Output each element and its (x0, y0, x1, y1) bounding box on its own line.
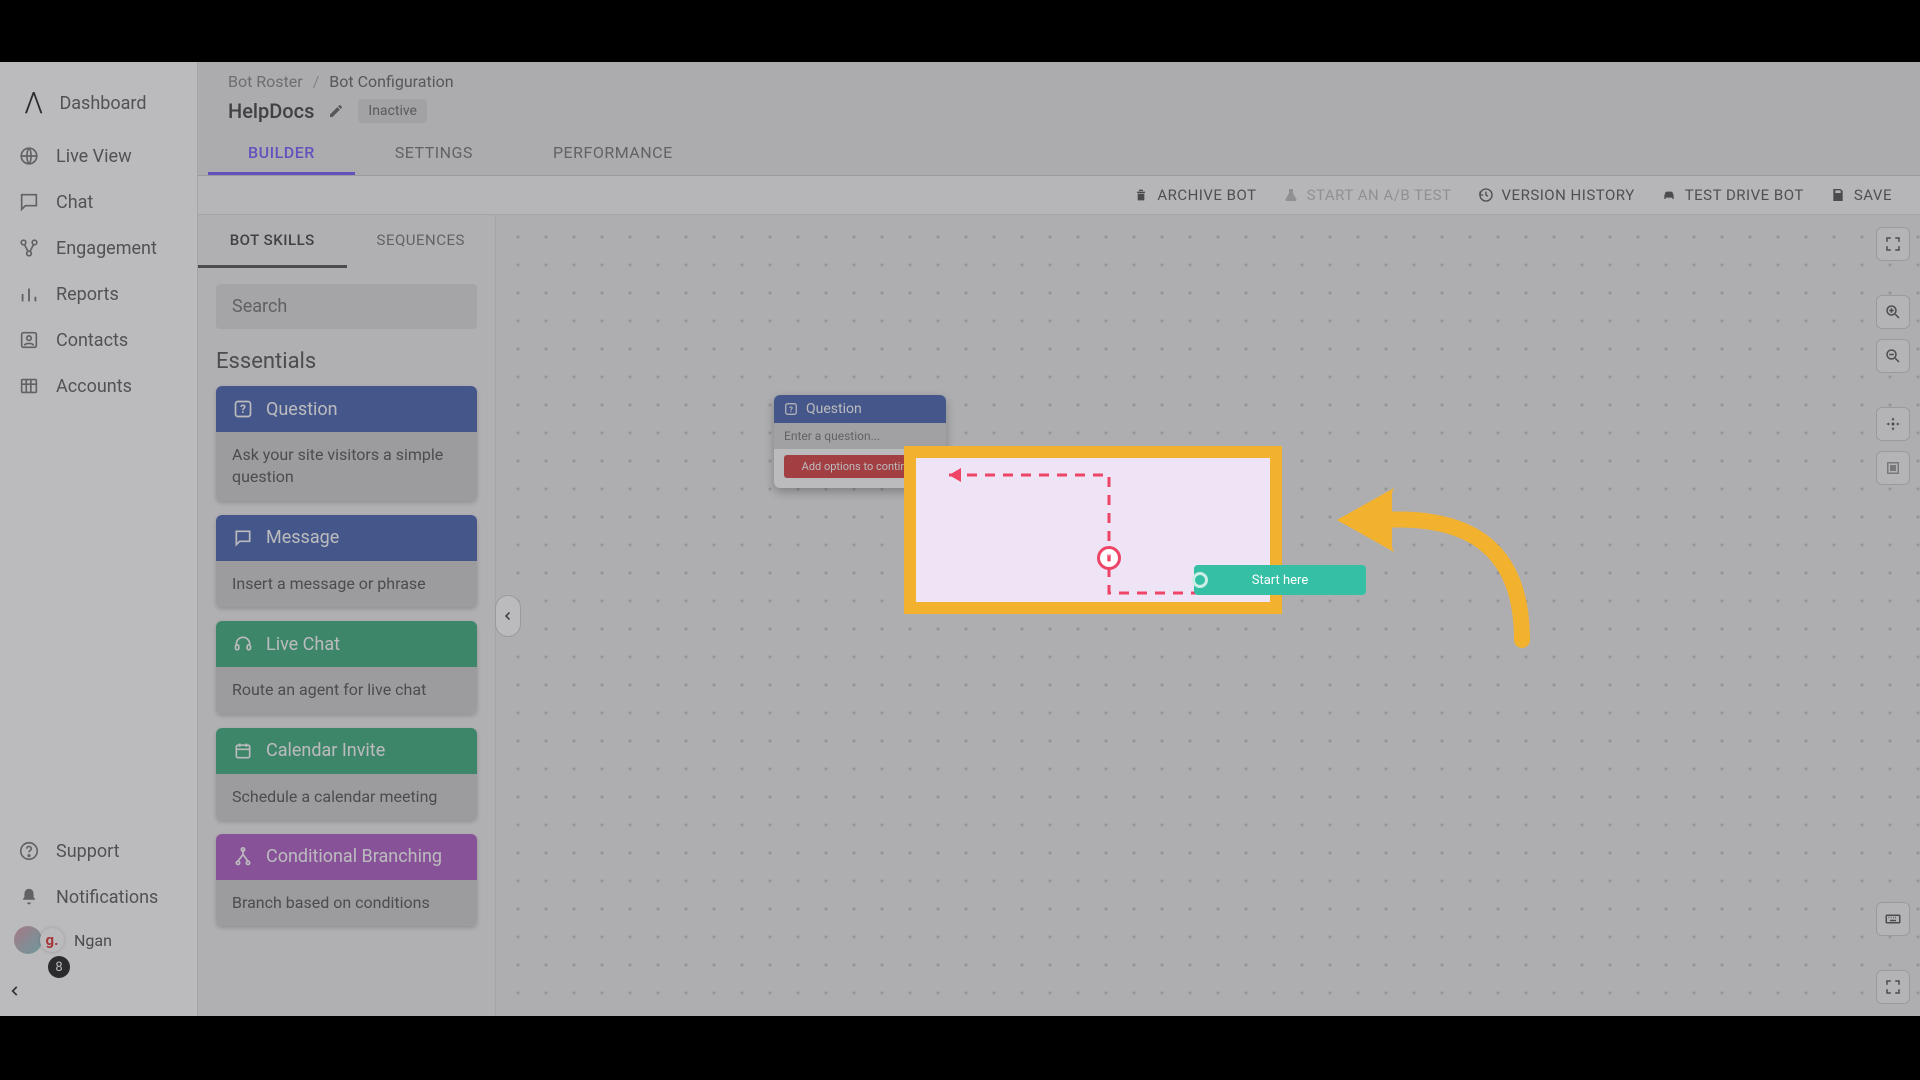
nav-support[interactable]: Support (8, 828, 189, 874)
svg-text:?: ? (789, 405, 793, 414)
zoom-in-button[interactable] (1876, 295, 1910, 329)
chat-icon (18, 191, 40, 213)
fit-button[interactable] (1876, 451, 1910, 485)
skills-panel: BOT SKILLS SEQUENCES Essentials ? Questi… (198, 215, 496, 1016)
notification-count: 8 (48, 956, 70, 978)
user-name: Ngan (74, 931, 112, 950)
logo: Λ Dashboard (8, 74, 189, 133)
nav-reports[interactable]: Reports (8, 271, 189, 317)
accounts-icon (18, 375, 40, 397)
search-input[interactable] (216, 284, 477, 329)
skills-section-title: Essentials (216, 349, 477, 374)
nav-dashboard[interactable]: Dashboard (59, 93, 146, 114)
bell-icon (18, 886, 40, 908)
tab-builder[interactable]: BUILDER (208, 133, 355, 175)
canvas-tools (1876, 227, 1910, 485)
bar-chart-icon (18, 283, 40, 305)
nav-contacts[interactable]: Contacts (8, 317, 189, 363)
nav-notifications[interactable]: Notifications (8, 874, 189, 920)
skill-card-question[interactable]: ? Question Ask your site visitors a simp… (216, 386, 477, 501)
branch-icon (232, 846, 254, 868)
fullscreen-button[interactable] (1876, 227, 1910, 261)
start-output-port[interactable] (1192, 572, 1208, 588)
recenter-button[interactable] (1876, 407, 1910, 441)
edit-icon[interactable] (328, 103, 344, 119)
nav-engagement[interactable]: Engagement (8, 225, 189, 271)
tab-settings[interactable]: SETTINGS (355, 133, 513, 175)
tab-performance[interactable]: PERFORMANCE (513, 133, 713, 175)
breadcrumb: Bot Roster / Bot Configuration (198, 62, 1920, 91)
keyboard-button[interactable] (1876, 902, 1910, 936)
headset-icon (232, 633, 254, 655)
user-row[interactable]: g. Ngan (8, 920, 189, 960)
skill-card-calendar[interactable]: Calendar Invite Schedule a calendar meet… (216, 728, 477, 820)
breadcrumb-current: Bot Configuration (329, 72, 453, 91)
main: Bot Roster / Bot Configuration HelpDocs … (198, 62, 1920, 1016)
status-chip: Inactive (358, 99, 427, 123)
skill-card-branching[interactable]: Conditional Branching Branch based on co… (216, 834, 477, 926)
test-drive-button[interactable]: TEST DRIVE BOT (1661, 186, 1804, 204)
avatar (14, 926, 42, 954)
delete-connection-button[interactable] (1097, 546, 1121, 570)
save-button[interactable]: SAVE (1830, 186, 1892, 204)
sidebar: Λ Dashboard Live View Chat Engagement Re… (0, 62, 198, 1016)
zoom-out-button[interactable] (1876, 339, 1910, 373)
skills-tab-sequences[interactable]: SEQUENCES (347, 215, 496, 268)
skills-tab-botskills[interactable]: BOT SKILLS (198, 215, 347, 268)
version-history-button[interactable]: VERSION HISTORY (1478, 186, 1635, 204)
contacts-icon (18, 329, 40, 351)
question-icon: ? (784, 402, 798, 416)
message-icon (232, 527, 254, 549)
svg-text:?: ? (240, 402, 246, 416)
question-icon: ? (232, 398, 254, 420)
start-here-node[interactable]: Start here (1194, 565, 1366, 595)
nav-liveview[interactable]: Live View (8, 133, 189, 179)
builder-toolbar: ARCHIVE BOT START AN A/B TEST VERSION HI… (198, 176, 1920, 215)
expand-button[interactable] (1876, 970, 1910, 1004)
builder-canvas[interactable]: ? Question Enter a question... Add optio… (496, 215, 1920, 1016)
archive-bot-button[interactable]: ARCHIVE BOT (1133, 186, 1256, 204)
bot-title: HelpDocs (228, 99, 314, 123)
canvas-tools-bottom (1876, 902, 1910, 1004)
engagement-icon (18, 237, 40, 259)
nav-accounts[interactable]: Accounts (8, 363, 189, 409)
skill-card-livechat[interactable]: Live Chat Route an agent for live chat (216, 621, 477, 713)
top-tabs: BUILDER SETTINGS PERFORMANCE (198, 123, 1920, 176)
nav-chat[interactable]: Chat (8, 179, 189, 225)
user-badge: g. (40, 928, 64, 952)
panel-collapse-button[interactable] (495, 595, 521, 637)
sidebar-collapse[interactable] (8, 978, 189, 1004)
skill-card-message[interactable]: Message Insert a message or phrase (216, 515, 477, 607)
breadcrumb-root[interactable]: Bot Roster (228, 72, 303, 91)
ab-test-button[interactable]: START AN A/B TEST (1283, 186, 1452, 204)
globe-icon (18, 145, 40, 167)
help-icon (18, 840, 40, 862)
calendar-icon (232, 740, 254, 762)
